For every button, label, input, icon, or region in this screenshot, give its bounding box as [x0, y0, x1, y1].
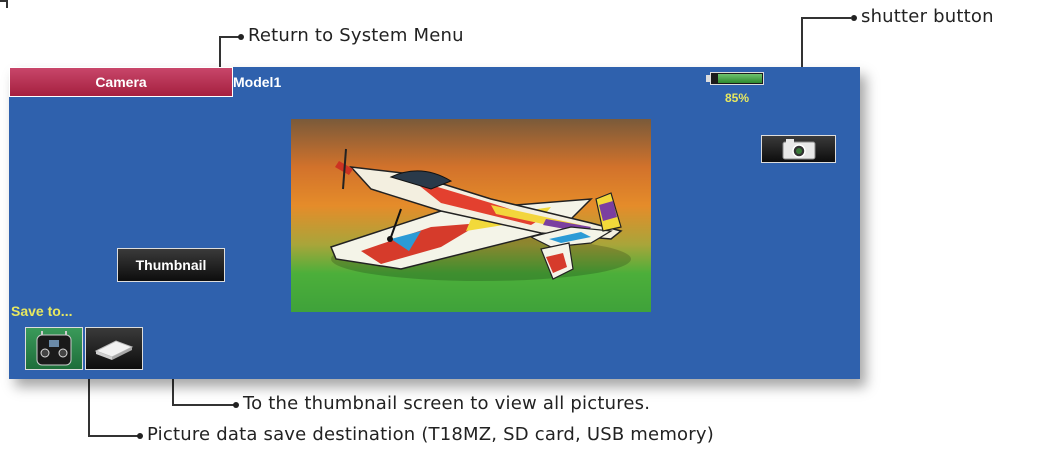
camera-icon: [782, 139, 815, 160]
return-callout-line-h: [219, 36, 239, 38]
battery-percent: 85%: [725, 91, 750, 105]
transmitter-icon: [36, 330, 72, 365]
camera-tab-button[interactable]: Camera: [9, 67, 233, 97]
thumbnail-callout-text: To the thumbnail screen to view all pict…: [243, 393, 651, 414]
shutter-button[interactable]: [761, 135, 836, 163]
model-name: Model1: [233, 74, 282, 90]
thumbnail-callout-line-h: [172, 404, 234, 406]
save-transmitter-button[interactable]: [25, 327, 83, 370]
airplane-image: [329, 148, 631, 281]
shutter-callout-bullet: [851, 15, 857, 21]
thumbnail-callout-bullet: [233, 402, 239, 408]
battery-icon: [706, 71, 766, 87]
save-callout-text: Picture data save destination (T18MZ, SD…: [147, 424, 714, 445]
camera-tab-label: Camera: [95, 74, 147, 90]
battery-body: [710, 72, 764, 85]
return-callout-text: Return to System Menu: [248, 25, 464, 46]
save-to-label: Save to...: [11, 303, 73, 319]
return-callout-bullet: [238, 34, 244, 40]
save-callout-line-v: [88, 370, 90, 437]
save-callout-line-h: [88, 435, 138, 437]
edge-mark: [6, 0, 8, 8]
return-callout-line-v: [219, 36, 221, 68]
battery-level-fill: [717, 74, 762, 83]
camera-screen: Camera Model1 85% Thumbnail Save to...: [9, 67, 860, 379]
save-sdcard-button[interactable]: [85, 327, 143, 370]
thumbnail-button-label: Thumbnail: [135, 257, 207, 273]
save-callout-bullet: [137, 433, 143, 439]
shutter-callout-text: shutter button: [861, 6, 994, 27]
sd-card-icon: [94, 339, 134, 360]
camera-preview: [291, 119, 651, 312]
shutter-callout-line-h: [801, 17, 851, 19]
thumbnail-button[interactable]: Thumbnail: [117, 248, 225, 282]
